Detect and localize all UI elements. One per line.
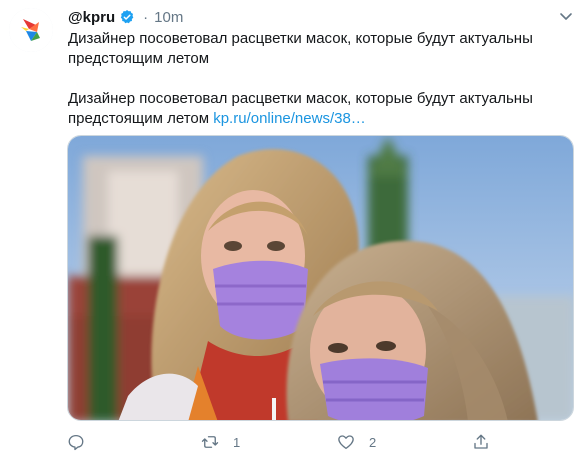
- retweet-icon: [201, 436, 219, 448]
- tweet-header: @kpru · 10m: [68, 8, 183, 26]
- tweet-text-line: Дизайнер посоветовал расцветки масок, ко…: [68, 90, 533, 107]
- like-count: 2: [369, 434, 377, 450]
- like-button[interactable]: 2: [337, 430, 376, 454]
- tweet-actions: 1 2: [67, 430, 537, 454]
- share-button[interactable]: [472, 430, 490, 454]
- reply-icon: [68, 434, 84, 451]
- tweet[interactable]: @kpru · 10m Дизайнер посоветовал расцвет…: [0, 0, 588, 460]
- share-icon: [474, 434, 488, 449]
- kp-logo-icon: [9, 8, 53, 52]
- tweet-text-line: предстоящим летом: [68, 50, 210, 67]
- photo-two-women-in-masks: [68, 136, 573, 420]
- chevron-down-icon[interactable]: [558, 8, 574, 24]
- retweet-button[interactable]: 1: [201, 430, 240, 454]
- reply-button[interactable]: [67, 430, 85, 454]
- tweet-timestamp[interactable]: 10m: [154, 9, 183, 26]
- heart-icon: [338, 435, 354, 450]
- avatar[interactable]: [9, 8, 53, 52]
- tweet-photo[interactable]: [67, 135, 574, 421]
- user-handle[interactable]: @kpru: [68, 9, 115, 26]
- verified-badge-icon: [119, 9, 135, 25]
- tweet-text: Дизайнер посоветовал расцветки масок, ко…: [68, 29, 568, 129]
- retweet-count: 1: [233, 434, 241, 450]
- tweet-text-fragment: предстоящим летом: [68, 110, 214, 127]
- tweet-link[interactable]: kp.ru/online/news/38…: [213, 110, 366, 127]
- tweet-text-line: Дизайнер посоветовал расцветки масок, ко…: [68, 30, 533, 47]
- header-separator: ·: [143, 8, 149, 26]
- tweet-text-line: предстоящим летом kp.ru/online/news/38…: [68, 109, 568, 129]
